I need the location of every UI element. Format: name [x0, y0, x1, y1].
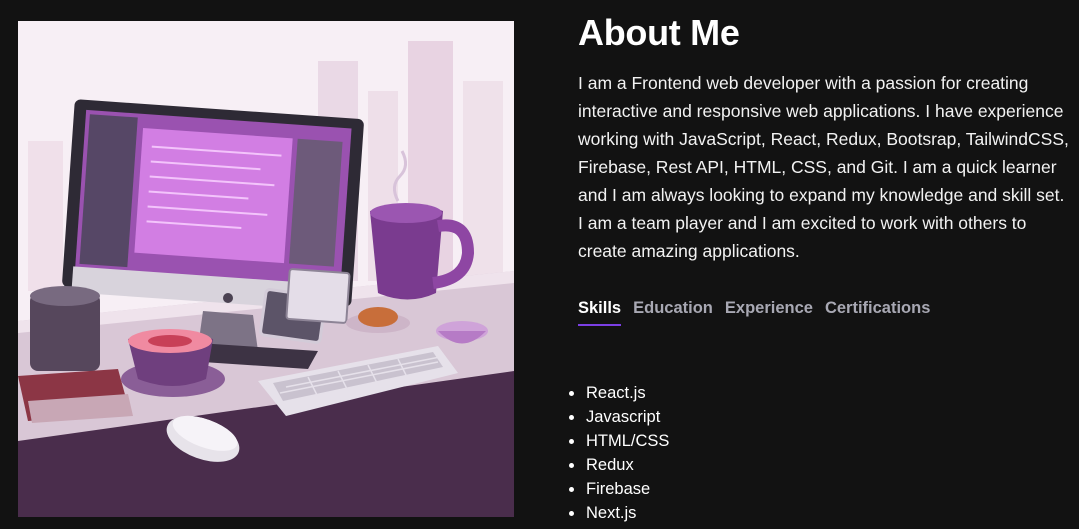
list-item: HTML/CSS [585, 429, 669, 453]
about-section: About Me I am a Frontend web developer w… [0, 0, 1079, 529]
tab-bar: Skills Education Experience Certificatio… [578, 299, 1078, 326]
about-paragraph: I am a Frontend web developer with a pas… [578, 73, 1069, 261]
tab-certifications[interactable]: Certifications [825, 299, 930, 323]
skills-list: React.js Javascript HTML/CSS Redux Fireb… [567, 381, 669, 525]
list-item: Firebase [585, 477, 669, 501]
list-item: Javascript [585, 405, 669, 429]
list-item: Next.js [585, 501, 669, 525]
workspace-illustration [18, 21, 514, 517]
list-item: React.js [585, 381, 669, 405]
tab-skills[interactable]: Skills [578, 299, 622, 326]
about-content: About Me I am a Frontend web developer w… [578, 10, 1078, 326]
list-item: Redux [585, 453, 669, 477]
about-title: About Me [578, 12, 740, 53]
tab-experience[interactable]: Experience [725, 299, 813, 323]
tab-education[interactable]: Education [633, 299, 713, 323]
